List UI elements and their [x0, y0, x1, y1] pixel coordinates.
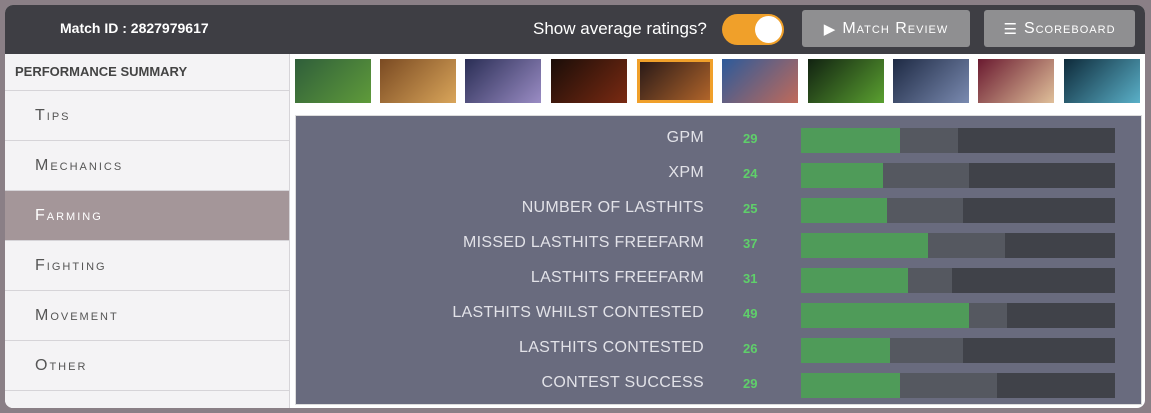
metric-value: 31: [743, 271, 758, 286]
metric-bar: [801, 128, 1115, 153]
play-icon: ▶: [823, 20, 837, 38]
sidebar: PERFORMANCE SUMMARY Tips Mechanics Farmi…: [5, 54, 290, 408]
metric-label: LASTHITS CONTESTED: [519, 339, 704, 356]
metric-row: NUMBER OF LASTHITS 25: [296, 191, 1141, 226]
metric-label: XPM: [668, 164, 704, 181]
sidebar-item-tips[interactable]: Tips: [5, 91, 289, 141]
sidebar-item-other[interactable]: Other: [5, 341, 289, 391]
hero-portrait-4[interactable]: [551, 59, 627, 103]
hero-portrait-3[interactable]: [465, 59, 541, 103]
metric-row: XPM 24: [296, 156, 1141, 191]
metric-row: LASTHITS FREEFARM 31: [296, 261, 1141, 296]
metric-label: MISSED LASTHITS FREEFARM: [462, 234, 704, 251]
hero-portrait-1[interactable]: [295, 59, 371, 103]
match-review-button[interactable]: ▶ Match Review: [802, 10, 970, 47]
match-review-label: Match Review: [842, 19, 949, 37]
hero-selector: [290, 54, 1145, 110]
metric-score-fill: [801, 198, 887, 223]
metric-bar: [801, 163, 1115, 188]
metric-score-fill: [801, 233, 928, 258]
metric-label: LASTHITS FREEFARM: [530, 269, 704, 286]
metric-bar: [801, 268, 1115, 293]
hero-portrait-10[interactable]: [1064, 59, 1140, 103]
toggle-knob: [755, 16, 782, 43]
sidebar-title: PERFORMANCE SUMMARY: [5, 54, 289, 91]
match-id: Match ID : 2827979617: [60, 20, 209, 36]
metric-score-fill: [801, 338, 890, 363]
metrics-panel: GPM 29 XPM 24 NUMBER OF LASTHITS 25 MISSED LAS…: [295, 115, 1142, 405]
hero-portrait-9[interactable]: [978, 59, 1054, 103]
metric-bar: [801, 303, 1115, 328]
metric-value: 37: [743, 236, 758, 251]
metric-bar: [801, 338, 1115, 363]
metric-row: GPM 29: [296, 121, 1141, 156]
metric-row: MISSED LASTHITS FREEFARM 37: [296, 226, 1141, 261]
metric-value: 29: [743, 131, 758, 146]
sidebar-item-movement[interactable]: Movement: [5, 291, 289, 341]
metric-score-fill: [801, 128, 900, 153]
hero-portrait-5[interactable]: [637, 59, 713, 103]
metric-label: NUMBER OF LASTHITS: [521, 199, 704, 216]
metric-label: LASTHITS WHILST CONTESTED: [452, 304, 704, 321]
metric-score-fill: [801, 163, 883, 188]
metric-value: 49: [743, 306, 758, 321]
metric-label: CONTEST SUCCESS: [541, 374, 704, 391]
scoreboard-button[interactable]: ☰ Scoreboard: [984, 10, 1135, 47]
metric-score-fill: [801, 303, 969, 328]
average-ratings-toggle[interactable]: [722, 14, 784, 45]
hero-portrait-8[interactable]: [893, 59, 969, 103]
metric-row: LASTHITS CONTESTED 26: [296, 331, 1141, 366]
metric-score-fill: [801, 268, 908, 293]
metric-value: 26: [743, 341, 758, 356]
app-frame: Match ID : 2827979617 Show average ratin…: [5, 5, 1145, 408]
top-bar: Match ID : 2827979617 Show average ratin…: [5, 5, 1145, 54]
metric-score-fill: [801, 373, 900, 398]
metric-bar: [801, 198, 1115, 223]
metric-value: 29: [743, 376, 758, 391]
sidebar-item-farming[interactable]: Farming: [5, 191, 289, 241]
metric-bar: [801, 233, 1115, 258]
metric-value: 25: [743, 201, 758, 216]
hero-portrait-6[interactable]: [722, 59, 798, 103]
metric-row: CONTEST SUCCESS 29: [296, 366, 1141, 401]
average-ratings-label: Show average ratings?: [533, 19, 707, 38]
metric-label: GPM: [666, 129, 704, 146]
metric-value: 24: [743, 166, 758, 181]
menu-icon: ☰: [1003, 20, 1018, 38]
scoreboard-label: Scoreboard: [1023, 19, 1116, 37]
metric-row: LASTHITS WHILST CONTESTED 49: [296, 296, 1141, 331]
sidebar-item-mechanics[interactable]: Mechanics: [5, 141, 289, 191]
hero-portrait-2[interactable]: [380, 59, 456, 103]
sidebar-item-fighting[interactable]: Fighting: [5, 241, 289, 291]
metric-bar: [801, 373, 1115, 398]
hero-portrait-7[interactable]: [808, 59, 884, 103]
